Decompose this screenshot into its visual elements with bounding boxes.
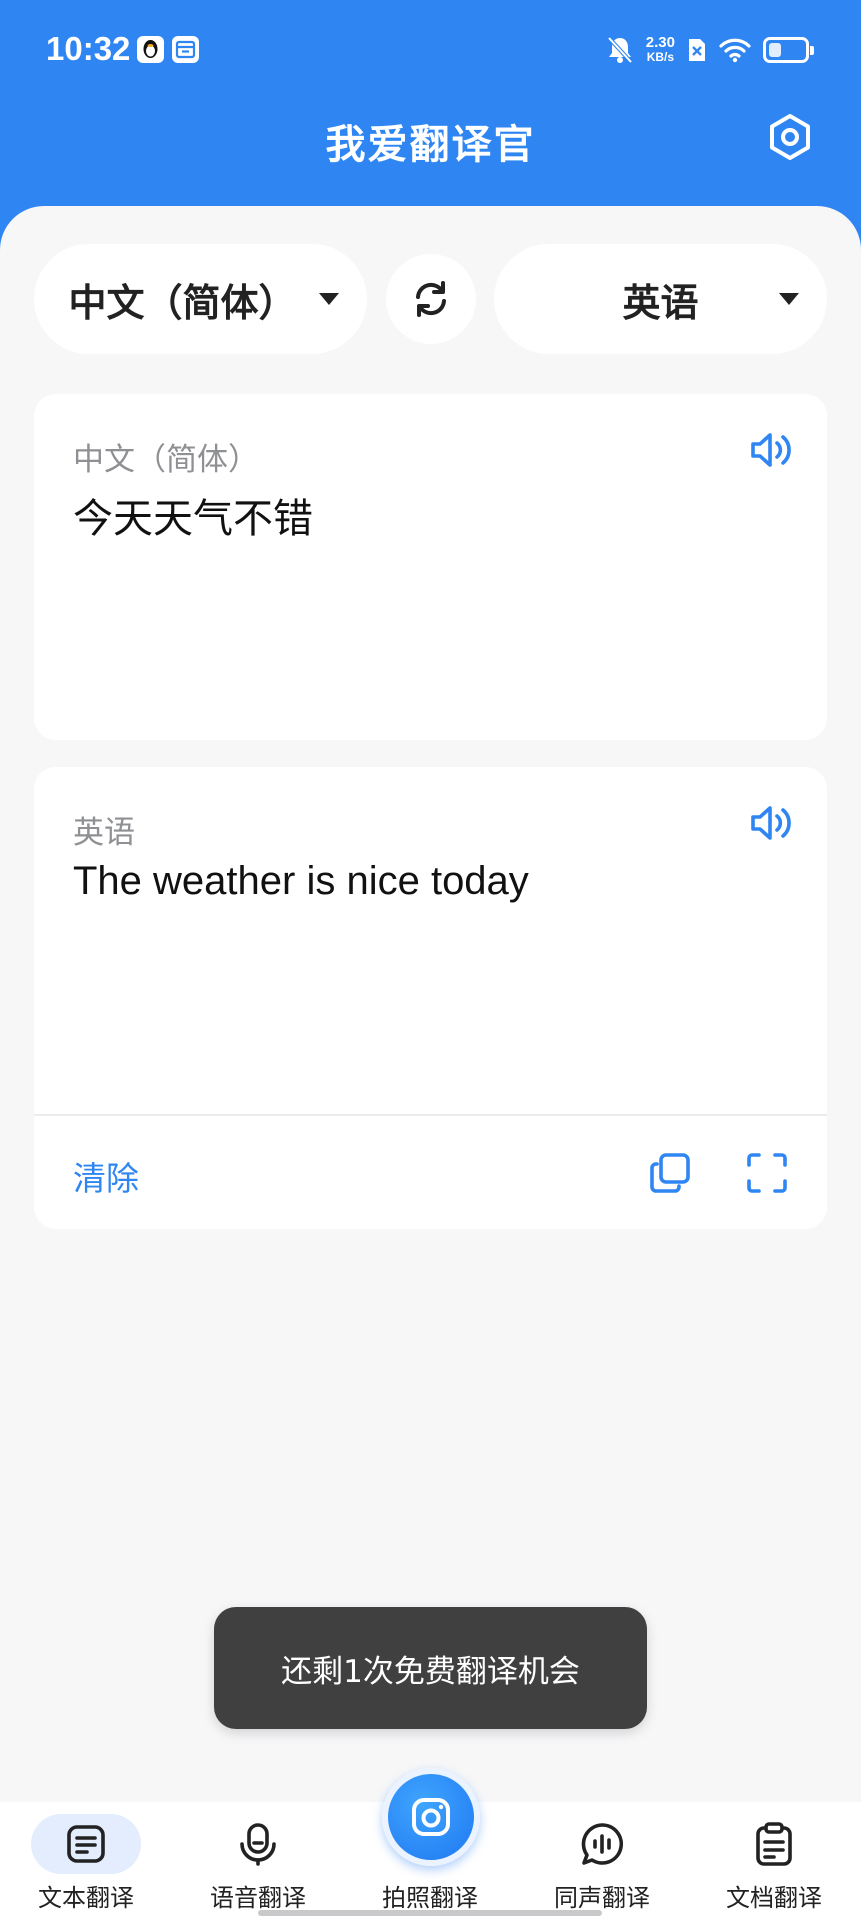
source-language-selector[interactable]: 中文（简体） [34, 244, 367, 354]
status-indicators: 2.30 KB/s [606, 32, 814, 68]
speaker-icon [751, 433, 791, 467]
clear-button[interactable]: 清除 [73, 1152, 139, 1200]
target-language-label: 英语 [622, 280, 699, 325]
nav-icon-wrap [547, 1814, 657, 1874]
battery-level [769, 43, 781, 57]
net-speed: 2.30 KB/s [645, 34, 675, 64]
voice-bubble-icon [581, 1823, 623, 1865]
text-doc-icon [67, 1825, 105, 1863]
microphone-icon [240, 1823, 276, 1866]
net-speed-unit: KB/s [646, 50, 675, 64]
nav-item-text-translate[interactable]: 文本翻译 [0, 1802, 172, 1920]
gear-hexagon-icon [770, 114, 810, 160]
nav-icon-wrap [31, 1814, 141, 1874]
source-speak-button[interactable] [749, 430, 793, 470]
calendar-notification-icon [172, 36, 199, 63]
swap-arrows-icon [416, 281, 446, 317]
nav-label: 文档翻译 [726, 1884, 822, 1912]
settings-button[interactable] [765, 112, 815, 162]
translated-text[interactable]: The weather is nice today [73, 859, 529, 904]
qq-notification-icon [137, 36, 164, 63]
no-sim-icon [689, 39, 705, 61]
nav-label: 语音翻译 [210, 1884, 306, 1912]
chevron-down-icon [319, 293, 339, 305]
source-text-card[interactable]: 中文（简体） 今天天气不错 [34, 394, 827, 740]
mute-bell-icon [607, 36, 633, 64]
wifi-icon [719, 38, 751, 63]
clipboard-doc-icon [756, 1822, 792, 1866]
copy-icon [650, 1153, 690, 1193]
swap-language-button[interactable] [386, 254, 476, 344]
nav-label: 同声翻译 [554, 1884, 650, 1912]
copy-button[interactable] [648, 1151, 692, 1195]
nav-icon-wrap [719, 1814, 829, 1874]
source-text[interactable]: 今天天气不错 [73, 486, 313, 544]
nav-label: 拍照翻译 [382, 1884, 478, 1912]
fullscreen-icon [747, 1153, 787, 1193]
speaker-icon [751, 806, 791, 840]
photo-translate-button[interactable] [382, 1768, 480, 1866]
source-card-lang-label: 中文（简体） [73, 442, 259, 478]
net-speed-value: 2.30 [645, 34, 675, 51]
chevron-down-icon [779, 293, 799, 305]
battery-icon [763, 37, 814, 63]
divider [34, 1114, 827, 1116]
status-bar: 10:32 2.30 KB/s [0, 0, 861, 100]
camera-icon [412, 1798, 450, 1836]
source-language-label: 中文（简体） [68, 280, 297, 325]
nav-item-document-translate[interactable]: 文档翻译 [688, 1802, 860, 1920]
nav-item-voice-translate[interactable]: 语音翻译 [172, 1802, 344, 1920]
nav-icon-wrap [203, 1814, 313, 1874]
nav-item-simultaneous-translate[interactable]: 同声翻译 [516, 1802, 688, 1920]
home-indicator[interactable] [258, 1910, 602, 1916]
status-time: 10:32 [46, 30, 131, 67]
nav-label: 文本翻译 [38, 1884, 134, 1912]
result-speak-button[interactable] [749, 803, 793, 843]
page-title: 我爱翻译官 [325, 122, 536, 168]
result-card-lang-label: 英语 [73, 815, 135, 851]
target-language-selector[interactable]: 英语 [494, 244, 827, 354]
free-translation-toast: 还剩1次免费翻译机会 [214, 1607, 647, 1729]
fullscreen-button[interactable] [745, 1151, 789, 1195]
result-text-card: 英语 The weather is nice today 清除 [34, 767, 827, 1229]
